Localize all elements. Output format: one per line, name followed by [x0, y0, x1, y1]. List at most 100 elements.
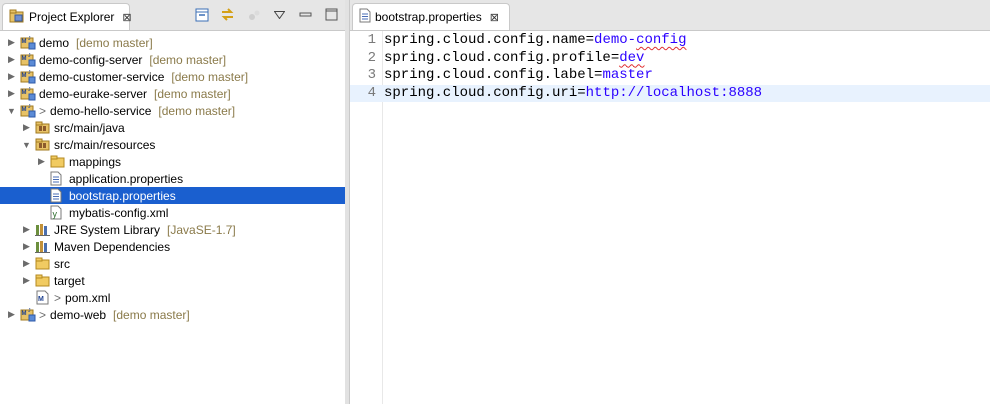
- branch-decoration: [demo master]: [154, 86, 231, 101]
- property-key: spring.cloud.config.label: [384, 67, 595, 83]
- equals-sign: =: [610, 49, 620, 66]
- expand-arrow-icon[interactable]: ▶: [6, 37, 17, 48]
- tree-item-label: mybatis-config.xml: [69, 205, 169, 220]
- tree-item[interactable]: ▶ JRE System Library [JavaSE-1.7]: [0, 221, 345, 238]
- focus-icon[interactable]: [246, 7, 261, 22]
- tree-item[interactable]: ▶ src: [0, 255, 345, 272]
- tree-item[interactable]: bootstrap.properties: [0, 187, 345, 204]
- pom-file-icon: M: [35, 290, 51, 305]
- tree-item[interactable]: application.properties: [0, 170, 345, 187]
- expand-arrow-icon[interactable]: ▶: [21, 122, 32, 133]
- branch-decoration: [demo master]: [149, 52, 227, 67]
- expand-arrow-icon[interactable]: ▶: [6, 88, 17, 99]
- view-menu-icon[interactable]: [272, 7, 287, 22]
- maven-project-icon: MJ: [20, 103, 36, 118]
- collapse-arrow-icon[interactable]: ▼: [6, 105, 17, 116]
- property-value: master: [602, 67, 653, 83]
- folder-icon: [35, 256, 51, 271]
- expand-arrow-icon[interactable]: ▶: [6, 71, 17, 82]
- expand-arrow-icon[interactable]: ▶: [36, 156, 47, 167]
- code-area[interactable]: 1 spring.cloud.config.name = demo-config 2 sp…: [350, 32, 990, 102]
- expand-arrow-icon[interactable]: ▶: [21, 275, 32, 286]
- explorer-tab-bar: Project Explorer ⊠: [0, 0, 345, 31]
- git-dirty-marker: >: [39, 103, 47, 118]
- tab-bootstrap-properties[interactable]: bootstrap.properties ⊠: [352, 3, 510, 30]
- tree-item-label: mappings: [69, 154, 122, 169]
- tab-project-explorer[interactable]: Project Explorer ⊠: [2, 3, 132, 30]
- editor-tab-title: bootstrap.properties: [375, 10, 482, 24]
- svg-text:M: M: [22, 311, 27, 317]
- collapse-arrow-icon[interactable]: ▼: [21, 139, 32, 150]
- maven-project-icon: MJ: [20, 35, 36, 50]
- code-line[interactable]: 1 spring.cloud.config.name = demo-config: [350, 32, 990, 50]
- tree-item[interactable]: y mybatis-config.xml: [0, 204, 345, 221]
- explorer-toolbar: [194, 7, 339, 22]
- tree-item-label: application.properties: [69, 171, 184, 186]
- tree-item[interactable]: ▶ M Jdemo-config-server [demo master]: [0, 51, 345, 68]
- property-value: http://localhost:8888: [585, 84, 763, 101]
- tree-item[interactable]: ▶ M Jdemo [demo master]: [0, 34, 345, 51]
- collapse-all-icon[interactable]: [194, 7, 209, 22]
- tree-item-label: src: [54, 256, 70, 271]
- expand-arrow-icon[interactable]: ▶: [6, 54, 17, 65]
- maximize-icon[interactable]: [324, 7, 339, 22]
- tree-item[interactable]: ▶ target: [0, 272, 345, 289]
- svg-text:M: M: [22, 56, 27, 62]
- explorer-tab-title: Project Explorer: [29, 10, 115, 24]
- svg-text:M: M: [22, 107, 27, 113]
- code-line[interactable]: 4 spring.cloud.config.uri = http://localhos…: [350, 84, 990, 102]
- code-line[interactable]: 2 spring.cloud.config.profile = dev: [350, 50, 990, 68]
- properties-file-icon: [50, 188, 66, 203]
- project-explorer-icon: [9, 9, 25, 26]
- tree-item[interactable]: M > pom.xml: [0, 289, 345, 306]
- expand-arrow-icon[interactable]: ▶: [6, 309, 17, 320]
- minimize-icon[interactable]: [298, 7, 313, 22]
- project-tree: ▶ M Jdemo [demo master] ▶ M Jdemo-config-serve…: [0, 34, 345, 323]
- tree-item-label: pom.xml: [65, 290, 111, 305]
- tree-item[interactable]: ▶ mappings: [0, 153, 345, 170]
- tree-item[interactable]: ▶ M J > demo-web [demo master]: [0, 306, 345, 323]
- property-key: spring.cloud.config.name: [384, 32, 586, 48]
- tree-item-label: src/main/resources: [54, 137, 156, 152]
- xml-file-icon: y: [50, 205, 66, 220]
- maven-project-icon: MJ: [20, 307, 36, 322]
- tree-item-label: demo-web: [50, 307, 107, 322]
- tree-item[interactable]: ▼ src/main/resources: [0, 136, 345, 153]
- code-line[interactable]: 3 spring.cloud.config.label = master: [350, 67, 990, 85]
- tree-item-label: bootstrap.properties: [69, 188, 176, 203]
- svg-text:M: M: [22, 39, 27, 45]
- close-icon[interactable]: ⊠: [490, 11, 499, 24]
- expand-arrow-icon[interactable]: ▶: [21, 258, 32, 269]
- tree-item[interactable]: ▶ M Jdemo-customer-service [demo master]: [0, 68, 345, 85]
- svg-text:M: M: [22, 90, 27, 96]
- branch-decoration: [demo master]: [171, 69, 249, 84]
- expand-arrow-icon[interactable]: ▶: [21, 241, 32, 252]
- line-number: 4: [367, 84, 376, 101]
- close-icon[interactable]: ⊠: [122, 11, 131, 24]
- tree-item[interactable]: ▼ M J > demo-hello-service [demo master]: [0, 102, 345, 119]
- tree-item[interactable]: ▶ M Jdemo-eurake-server [demo master]: [0, 85, 345, 102]
- svg-text:M: M: [22, 73, 27, 79]
- line-number: 2: [367, 49, 376, 66]
- link-with-editor-icon[interactable]: [220, 7, 235, 22]
- line-number: 3: [367, 67, 376, 83]
- branch-decoration: [JavaSE-1.7]: [167, 222, 236, 237]
- tree-item[interactable]: ▶ Maven Dependencies: [0, 238, 345, 255]
- maven-project-icon: MJ: [20, 69, 36, 84]
- tree-item-label: demo-hello-service: [50, 103, 152, 118]
- tree-item-label: JRE System Library: [54, 222, 161, 237]
- maven-project-icon: MJ: [20, 52, 36, 67]
- library-icon: [35, 239, 51, 254]
- property-value: demo-config: [594, 32, 687, 48]
- git-dirty-marker: >: [39, 307, 47, 322]
- source-folder-icon: [35, 137, 51, 152]
- project-explorer-pane: Project Explorer ⊠ ▶ M Jdemo [demo maste…: [0, 0, 346, 404]
- folder-icon: [50, 154, 66, 169]
- library-icon: [35, 222, 51, 237]
- tree-item-label: src/main/java: [54, 120, 125, 135]
- expand-arrow-icon[interactable]: ▶: [21, 224, 32, 235]
- tree-item[interactable]: ▶ src/main/java: [0, 119, 345, 136]
